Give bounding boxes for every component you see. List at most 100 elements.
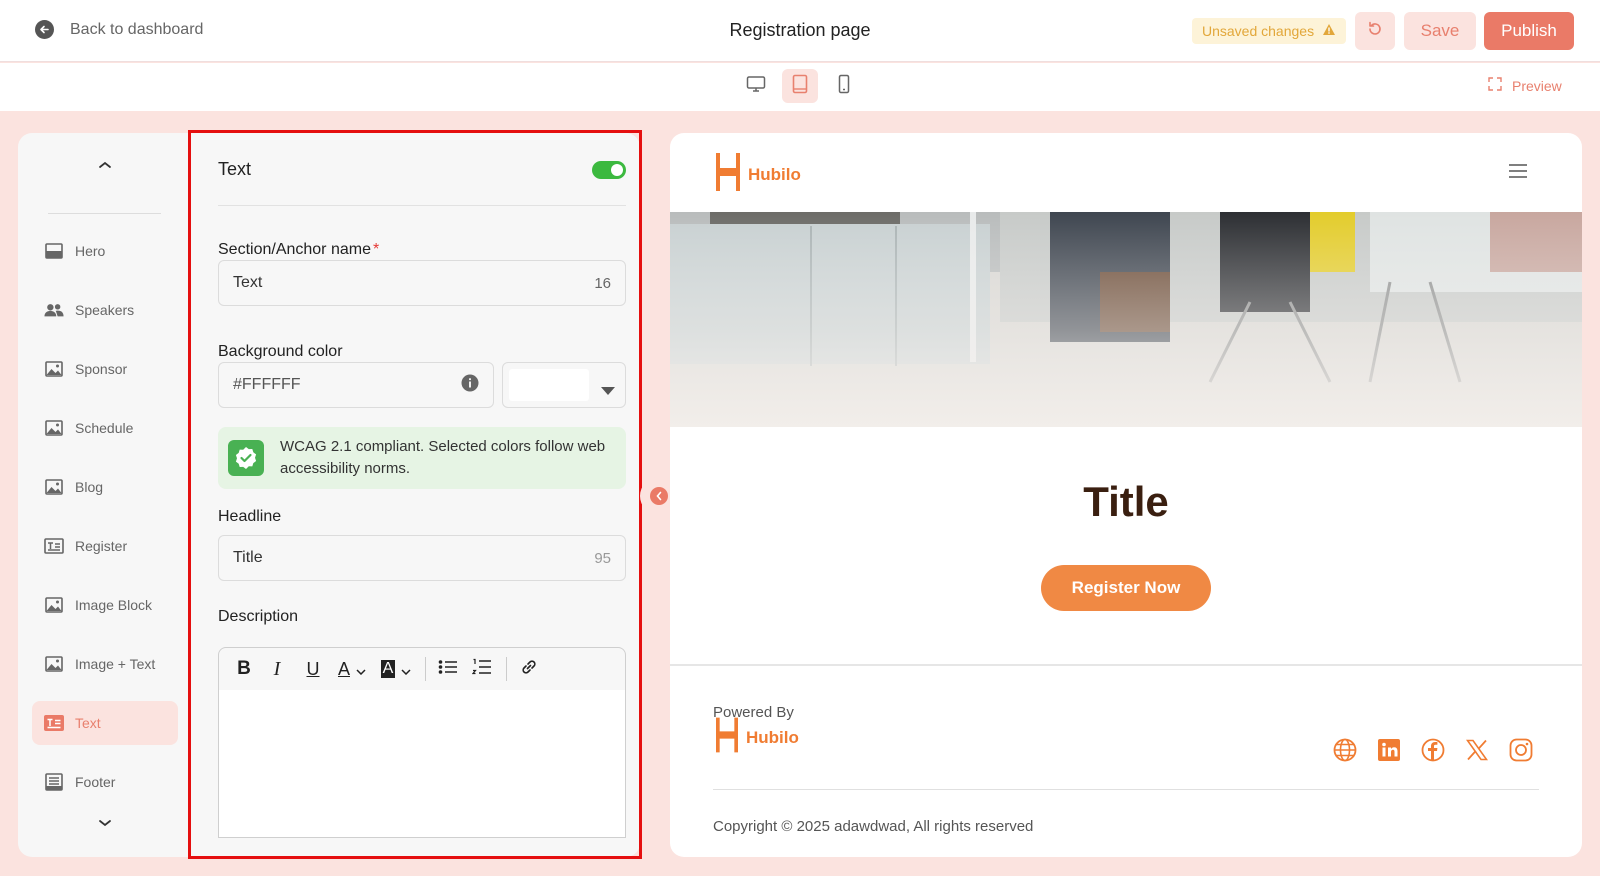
warning-icon: [1322, 23, 1336, 39]
linkedin-icon[interactable]: [1376, 737, 1401, 762]
anchor-name-input[interactable]: Text 16: [218, 260, 626, 306]
section-title: Title: [1083, 478, 1169, 525]
highlight-color-dropdown[interactable]: A: [373, 654, 419, 684]
bullet-list-icon: [438, 659, 458, 680]
image-icon: [44, 360, 64, 378]
toolbar-separator: [506, 657, 507, 681]
save-button[interactable]: Save: [1404, 12, 1476, 50]
back-to-dashboard-link[interactable]: Back to dashboard: [35, 20, 203, 39]
scroll-up-button[interactable]: [98, 157, 112, 175]
wcag-compliance-notice: WCAG 2.1 compliant. Selected colors foll…: [218, 427, 626, 489]
expand-icon: [1488, 77, 1502, 94]
insert-link-button[interactable]: [513, 654, 545, 684]
chevron-down-icon: [98, 815, 112, 832]
text-section-editor: Text Section/Anchor name * Text 16 Backgr…: [190, 133, 640, 857]
sidebar-item-label: Footer: [75, 774, 116, 790]
sidebar-item-sponsor[interactable]: Sponsor: [32, 347, 178, 391]
header-brand-logo[interactable]: Hubilo: [716, 153, 801, 196]
globe-icon[interactable]: [1332, 737, 1357, 762]
anchor-name-label: Section/Anchor name *: [218, 241, 379, 259]
headline-label: Headline: [218, 508, 282, 525]
highlight-letter: A: [380, 660, 396, 678]
scroll-down-button[interactable]: [98, 815, 112, 833]
numbered-list-button[interactable]: [464, 654, 500, 684]
desktop-view-button[interactable]: [738, 69, 774, 103]
undo-icon: [1366, 20, 1384, 43]
sidebar-item-label: Sponsor: [75, 361, 128, 377]
tablet-view-button[interactable]: [782, 69, 818, 103]
font-color-letter: A: [337, 658, 350, 679]
editor-title: Text: [218, 159, 252, 179]
info-icon[interactable]: [461, 374, 479, 397]
footer-brand-logo[interactable]: Hubilo: [716, 717, 799, 758]
chevron-down-icon: [401, 659, 411, 680]
rich-text-toolbar: B I U A A: [218, 647, 626, 691]
required-asterisk: *: [372, 241, 380, 258]
headline-value: Title: [233, 549, 263, 566]
preview-button[interactable]: Preview: [1488, 77, 1562, 94]
footer-divider: [713, 789, 1539, 790]
sidebar-item-hero[interactable]: Hero: [32, 229, 178, 273]
chevron-down-icon: [356, 659, 366, 680]
mobile-icon: [838, 74, 850, 99]
section-visibility-toggle[interactable]: [592, 161, 626, 179]
sidebar-item-image-text[interactable]: Image + Text: [32, 642, 178, 686]
undo-button[interactable]: [1355, 12, 1395, 50]
hubilo-logo-icon: [716, 717, 738, 758]
sidebar-item-image-block[interactable]: Image Block: [32, 583, 178, 627]
color-swatch: [509, 369, 589, 401]
bullet-list-button[interactable]: [432, 654, 464, 684]
unsaved-changes-badge: Unsaved changes: [1192, 18, 1347, 44]
sidebar-item-speakers[interactable]: Speakers: [32, 288, 178, 332]
footer-separator: [670, 664, 1582, 666]
menu-button[interactable]: [1508, 163, 1528, 184]
background-color-input[interactable]: #FFFFFF: [218, 362, 494, 408]
sidebar-item-label: Register: [75, 538, 128, 554]
anchor-name-label-text: Section/Anchor name: [218, 241, 371, 258]
chevron-left-icon: [650, 487, 668, 505]
nav-divider: [48, 213, 161, 214]
footer-brand-name: Hubilo: [746, 727, 799, 747]
description-editor-body[interactable]: [218, 690, 626, 838]
footer-icon: [44, 773, 64, 791]
sidebar-item-text[interactable]: Text: [32, 701, 178, 745]
link-icon: [520, 658, 538, 681]
sidebar-item-schedule[interactable]: Schedule: [32, 406, 178, 450]
brand-name: Hubilo: [748, 164, 801, 184]
bold-button[interactable]: B: [229, 654, 259, 684]
back-arrow-icon: [35, 20, 54, 39]
wcag-message: WCAG 2.1 compliant. Selected colors foll…: [280, 438, 606, 477]
instagram-icon[interactable]: [1508, 737, 1533, 762]
section-navigator: Hero Speakers Sponsor Schedule Blog Regi…: [18, 133, 190, 857]
preview-label: Preview: [1512, 77, 1562, 94]
description-label: Description: [218, 608, 299, 625]
headline-input[interactable]: Title 95: [218, 535, 626, 581]
x-icon[interactable]: [1464, 737, 1489, 762]
sidebar-item-register[interactable]: Register: [32, 524, 178, 568]
sidebar-item-label: Image + Text: [75, 656, 156, 672]
hubilo-logo-icon: [716, 153, 740, 196]
mobile-view-button[interactable]: [826, 69, 862, 103]
editor-divider: [218, 205, 626, 206]
social-links: [1332, 737, 1533, 762]
color-picker-dropdown[interactable]: [502, 362, 626, 408]
underline-button[interactable]: U: [295, 654, 331, 684]
italic-button[interactable]: I: [259, 654, 295, 684]
hero-section-icon: [44, 242, 64, 260]
text-block-icon: [44, 714, 64, 732]
copyright-text: Copyright © 2025 adawdwad, All rights re…: [713, 818, 1034, 835]
headline-char-count: 95: [594, 549, 611, 567]
image-icon: [44, 596, 64, 614]
register-now-button[interactable]: Register Now: [1041, 565, 1211, 611]
sidebar-item-label: Schedule: [75, 420, 134, 436]
facebook-icon[interactable]: [1420, 737, 1445, 762]
tablet-icon: [792, 74, 808, 99]
sidebar-item-blog[interactable]: Blog: [32, 465, 178, 509]
font-color-dropdown[interactable]: A: [331, 654, 373, 684]
unsaved-label: Unsaved changes: [1202, 23, 1315, 39]
sidebar-item-footer[interactable]: Footer: [32, 760, 178, 804]
page-preview-canvas: Hubilo Title Register Now Powered By Hub…: [670, 133, 1582, 857]
sidebar-item-label: Text: [75, 715, 101, 731]
publish-button[interactable]: Publish: [1484, 12, 1574, 50]
image-icon: [44, 478, 64, 496]
